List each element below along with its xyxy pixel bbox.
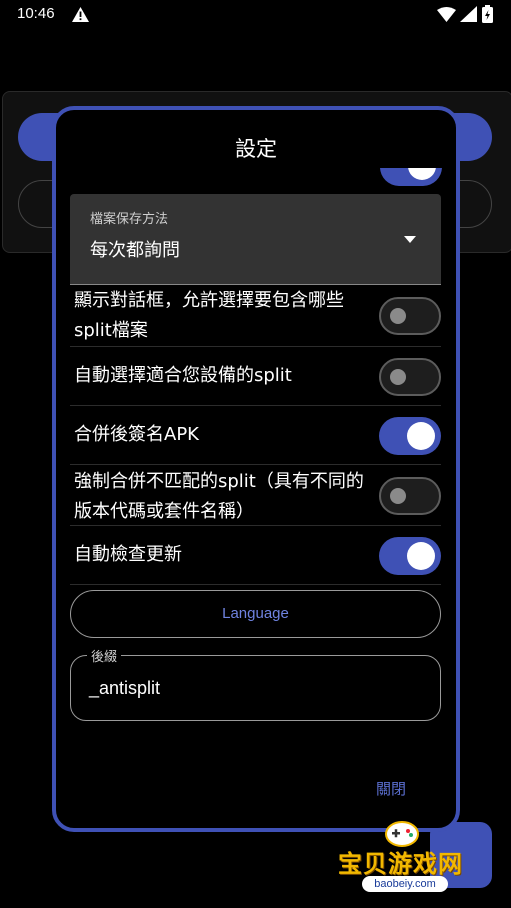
battery-icon <box>482 5 493 23</box>
dropdown-arrow-icon <box>404 236 416 243</box>
setting-label: 合併後簽名APK <box>74 424 199 445</box>
suffix-label: 後綴 <box>87 646 122 665</box>
status-time: 10:46 <box>17 5 55 22</box>
setting-row-split-dialog: 顯示對話框，允許選擇要包含哪些split檔案 <box>70 286 441 347</box>
language-button[interactable]: Language <box>70 590 441 638</box>
dropdown-value: 每次都詢問 <box>90 240 180 261</box>
setting-switch-auto-select-split[interactable] <box>379 358 441 396</box>
switch-knob <box>390 369 406 385</box>
setting-switch-sign-apk[interactable] <box>379 417 441 455</box>
settings-dialog: 設定 檔案保存方法 每次都詢問 顯示對話框，允許選擇要包含哪些split檔案 自… <box>52 106 460 832</box>
switch-knob <box>407 542 435 570</box>
setting-label: 顯示對話框，允許選擇要包含哪些split檔案 <box>74 290 344 341</box>
close-button[interactable]: 關閉 <box>376 778 406 799</box>
switch-knob <box>390 488 406 504</box>
signal-icon <box>460 6 477 22</box>
switch-knob <box>390 308 406 324</box>
setting-label: 自動選擇適合您設備的split <box>74 365 292 386</box>
setting-label: 自動檢查更新 <box>74 544 182 565</box>
watermark-url: baobeiy.com <box>362 876 448 892</box>
partially-hidden-toggle[interactable] <box>380 168 442 188</box>
status-bar: 10:46 <box>0 0 511 32</box>
watermark-text: 宝贝游戏网 <box>338 850 463 878</box>
suffix-value: _antisplit <box>89 678 161 698</box>
setting-switch-auto-update[interactable] <box>379 537 441 575</box>
suffix-input[interactable]: 後綴 _antisplit <box>70 646 441 721</box>
setting-switch-split-dialog[interactable] <box>379 297 441 335</box>
setting-label: 強制合併不匹配的split（具有不同的版本代碼或套件名稱） <box>74 471 364 522</box>
screen: 10:46 設定 檔案保存方法 每次都詢問 顯示對話框，允許選擇要包含哪些spl… <box>0 0 511 908</box>
setting-row-sign-apk: 合併後簽名APK <box>70 406 441 465</box>
dialog-title: 設定 <box>235 137 277 161</box>
watermark: 宝贝游戏网 baobeiy.com <box>332 818 482 898</box>
dropdown-label: 檔案保存方法 <box>90 212 169 227</box>
warning-icon <box>72 7 89 22</box>
setting-row-auto-select-split: 自動選擇適合您設備的split <box>70 347 441 406</box>
setting-switch-force-merge[interactable] <box>379 477 441 515</box>
switch-knob <box>407 422 435 450</box>
wifi-icon <box>437 7 456 22</box>
setting-row-force-merge: 強制合併不匹配的split（具有不同的版本代碼或套件名稱） <box>70 465 441 526</box>
file-save-method-dropdown[interactable]: 檔案保存方法 每次都詢問 <box>70 194 441 285</box>
setting-row-auto-update: 自動檢查更新 <box>70 526 441 585</box>
